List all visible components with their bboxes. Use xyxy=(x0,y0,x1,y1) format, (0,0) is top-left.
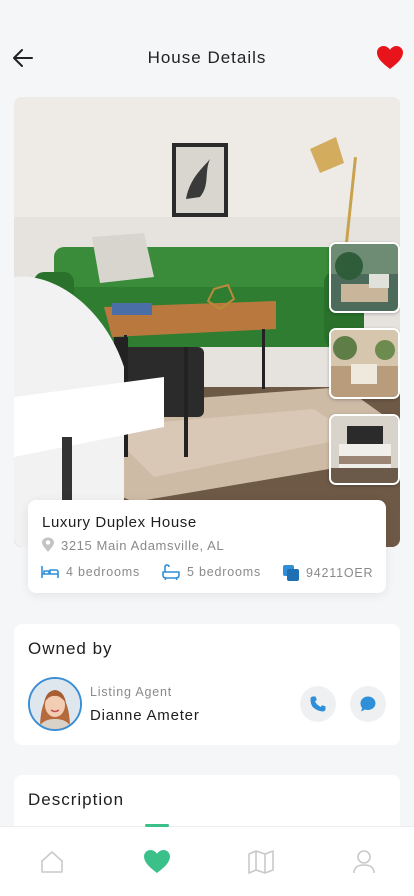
favorite-button[interactable] xyxy=(376,45,404,71)
owner-section-title: Owned by xyxy=(28,639,113,658)
feature-bedrooms: 4 bedrooms xyxy=(40,564,140,580)
listing-address-row: 3215 Main Adamsville, AL xyxy=(41,537,224,553)
main-photo[interactable] xyxy=(14,97,400,547)
bed-icon xyxy=(41,566,59,578)
map-icon xyxy=(248,850,274,874)
location-pin-icon xyxy=(42,537,54,552)
agent-role: Listing Agent xyxy=(90,685,172,699)
listing-info-card: Luxury Duplex House 3215 Main Adamsville… xyxy=(28,500,386,593)
owner-card: Owned by Listing Agent Dianne Ameter xyxy=(14,624,400,745)
profile-icon xyxy=(353,850,375,874)
thumbnail-image xyxy=(331,330,398,397)
tab-profile[interactable] xyxy=(312,827,414,896)
description-section-title: Description xyxy=(28,790,125,809)
listing-name: Luxury Duplex House xyxy=(42,514,197,531)
home-icon xyxy=(41,851,63,873)
agent-photo xyxy=(30,679,80,729)
tab-map[interactable] xyxy=(209,827,313,896)
avatar[interactable] xyxy=(28,677,82,731)
tab-favorites[interactable] xyxy=(105,827,209,896)
listing-address: 3215 Main Adamsville, AL xyxy=(61,537,225,553)
call-button[interactable] xyxy=(300,686,336,722)
page-title: House Details xyxy=(147,48,267,67)
thumbnail-image xyxy=(331,416,398,483)
message-button[interactable] xyxy=(350,686,386,722)
bathtub-icon xyxy=(162,564,180,580)
feature-bathrooms: 5 bedrooms xyxy=(161,564,261,580)
tab-home[interactable] xyxy=(0,827,104,896)
thumbnail-2[interactable] xyxy=(329,328,400,399)
feature-listing-id: 94211OER xyxy=(282,564,373,582)
thumbnail-1[interactable] xyxy=(329,242,400,313)
heart-icon xyxy=(377,46,403,69)
top-app-bar: House Details xyxy=(0,0,414,96)
id-copy-icon xyxy=(283,565,299,581)
agent-name: Dianne Ameter xyxy=(90,707,200,724)
feature-label: 4 bedrooms xyxy=(66,565,141,579)
chat-icon xyxy=(360,696,376,712)
thumbnail-3[interactable] xyxy=(329,414,400,485)
heart-icon xyxy=(144,850,170,873)
bottom-tab-bar xyxy=(0,824,414,896)
thumbnail-image xyxy=(331,244,398,311)
feature-label: 94211OER xyxy=(306,566,374,580)
feature-label: 5 bedrooms xyxy=(187,565,262,579)
phone-icon xyxy=(310,696,326,712)
